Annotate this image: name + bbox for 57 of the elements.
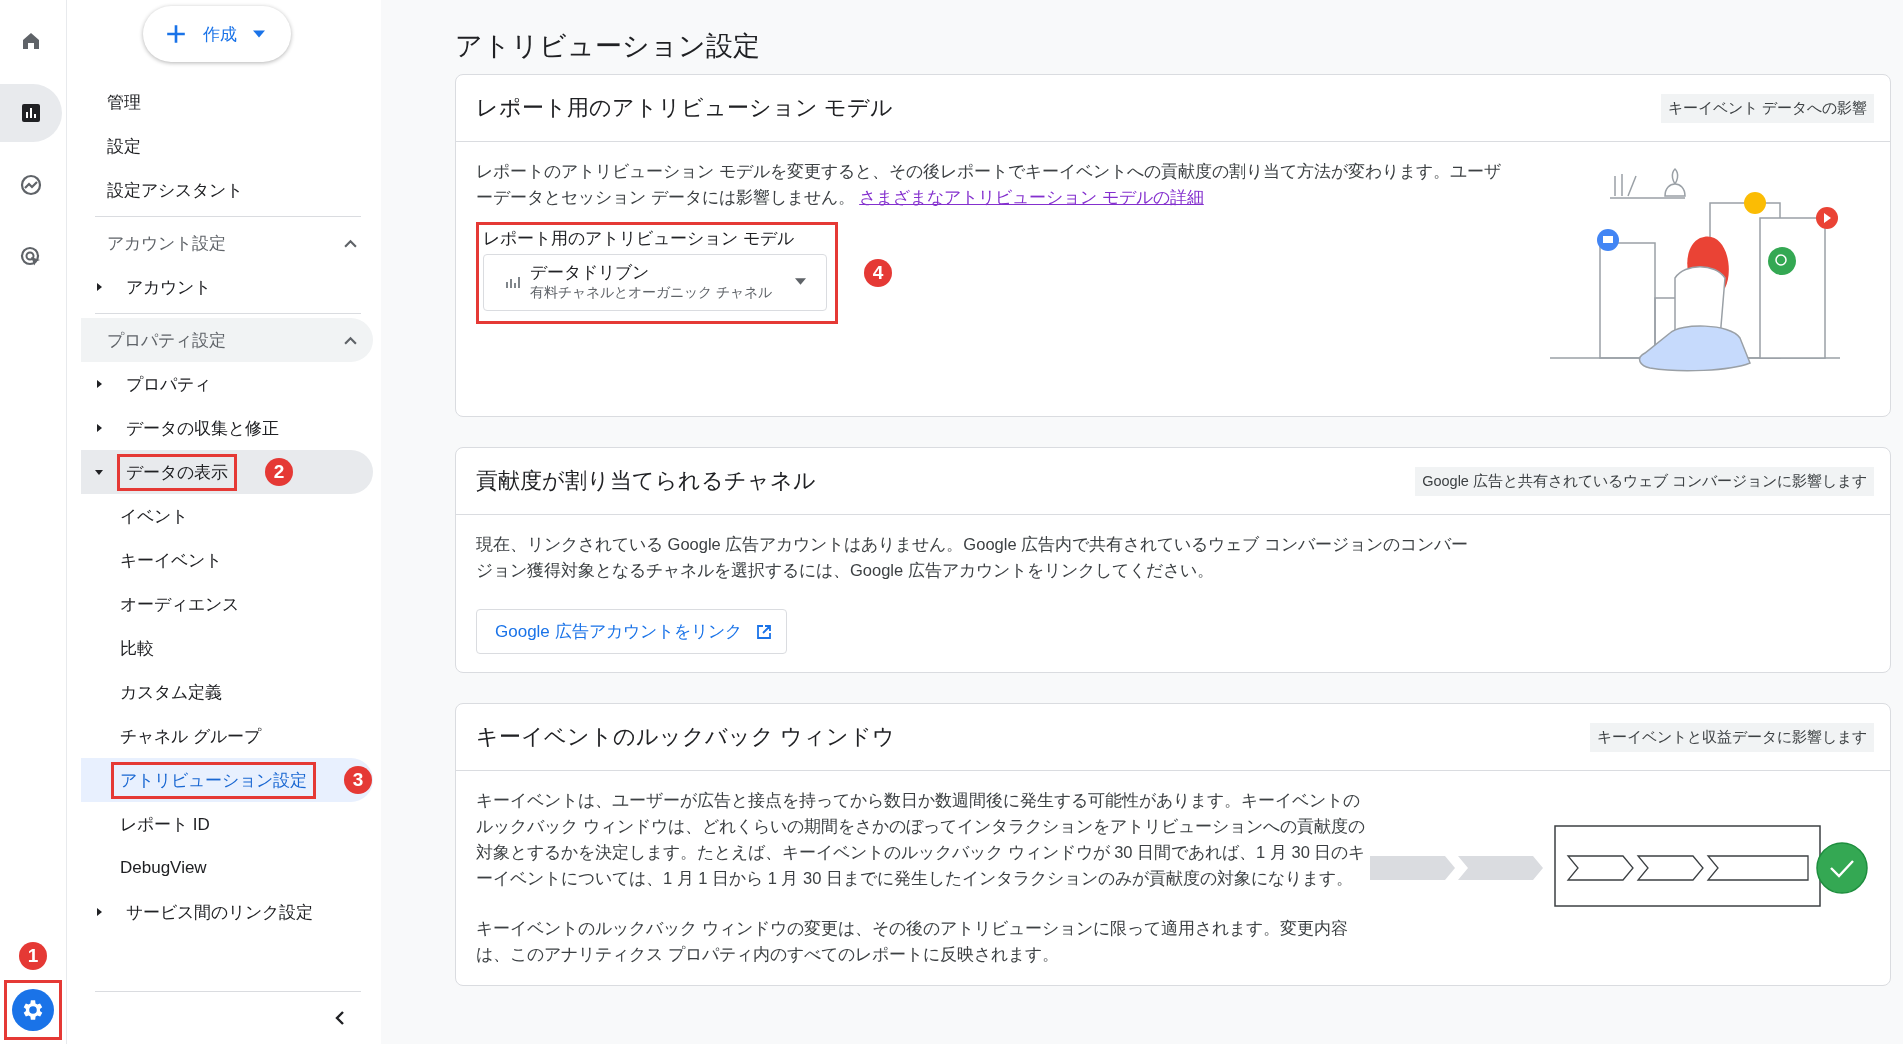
card-title: 貢献度が割り当てられるチャネル xyxy=(476,467,816,495)
sidebar-item[interactable]: プロパティ xyxy=(81,362,373,406)
description-text: レポートのアトリビューション モデルを変更すると、その後レポートでキーイベントへの貢献度の割り当て方法が変わります。ユーザーデータとセッション データには影響しません。 さまざまなアトリビューション モデルの詳細 xyxy=(476,161,1502,208)
annotation-badge: 3 xyxy=(344,766,372,794)
description-text: キーイベントのルックバック ウィンドウの変更は、その後のアトリビューションに限って適用されます。変更内容は、このアナリティクス プロパティ内のすべてのレポートに反映されます。 xyxy=(476,918,1349,965)
details-link[interactable]: さまざまなアトリビューション モデルの詳細 xyxy=(859,188,1204,206)
card-title: キーイベントのルックバック ウィンドウ xyxy=(476,723,896,751)
create-button[interactable]: 作成 xyxy=(143,6,291,62)
link-account-button[interactable]: Google 広告アカウントをリンク xyxy=(476,609,787,654)
sidebar-item[interactable]: サービス間のリンク設定 xyxy=(81,890,373,934)
annotation-badge: 1 xyxy=(19,942,47,970)
annotation-badge: 2 xyxy=(265,458,293,486)
caret-icon xyxy=(253,30,265,38)
sidebar-item[interactable]: 管理 xyxy=(81,80,373,124)
sidebar-subitem[interactable]: チャネル グループ xyxy=(81,714,373,758)
sidebar-subitem[interactable]: アトリビューション設定 3 xyxy=(81,758,373,802)
triangle-icon xyxy=(95,380,103,388)
chevron-left-icon xyxy=(335,1010,345,1026)
sidebar-subitem[interactable]: レポート ID xyxy=(81,802,373,846)
caret-icon xyxy=(795,278,806,285)
settings-icon xyxy=(12,989,54,1031)
sidebar-subitem[interactable]: イベント xyxy=(81,494,373,538)
annotation-badge: 4 xyxy=(864,259,892,287)
trend-circle-icon xyxy=(19,173,43,197)
sidebar-subitem[interactable]: カスタム定義 xyxy=(81,670,373,714)
sidebar-subitem[interactable]: オーディエンス xyxy=(81,582,373,626)
card-title: レポート用のアトリビューション モデル xyxy=(476,94,894,122)
bar-chart-icon xyxy=(19,101,43,125)
bar-chart-icon xyxy=(506,275,522,288)
sidebar-item[interactable]: 設定 xyxy=(81,124,373,168)
section-header[interactable]: プロパティ設定 xyxy=(81,318,373,362)
sidebar-item[interactable]: アカウント xyxy=(81,265,373,309)
triangle-icon xyxy=(95,424,103,432)
triangle-icon xyxy=(95,283,103,291)
chevron-icon xyxy=(344,335,357,345)
sidebar-subitem[interactable]: DebugView xyxy=(81,846,373,890)
chevron-icon xyxy=(344,238,357,248)
reports-nav-button[interactable] xyxy=(0,84,62,142)
impact-tag: キーイベント データへの影響 xyxy=(1660,93,1874,123)
impact-tag: Google 広告と共有されているウェブ コンバージョンに影響します xyxy=(1415,466,1874,496)
section-header[interactable]: アカウント設定 xyxy=(81,221,373,265)
sidebar-subitem[interactable]: キーイベント xyxy=(81,538,373,582)
plus-icon xyxy=(165,23,187,45)
impact-tag: キーイベントと収益データに影響します xyxy=(1590,722,1874,752)
sidebar-item[interactable]: 設定アシスタント xyxy=(81,168,373,212)
triangle-icon xyxy=(95,908,103,916)
external-link-icon xyxy=(755,623,772,640)
sidebar-item[interactable]: データの収集と修正 xyxy=(81,406,373,450)
description-text: キーイベントは、ユーザーが広告と接点を持ってから数日か数週間後に発生する可能性があります。キーイベントのルックバック ウィンドウは、どれくらいの期間をさかのぼってインタラクションをアトリビューションへの貢献度の対象とするかを決定します。たとえば、キーイベントのルックバック ウィンドウが 30 日間であれば、1 月 30 日のキーイベントについては、1 月 1 日から 1 月 30 日までに発生したインタラクションのみが貢献度の対象になります。 xyxy=(476,790,1367,889)
triangle-icon xyxy=(95,468,103,476)
settings-button[interactable] xyxy=(4,980,62,1040)
model-dropdown[interactable]: データドリブン 有料チャネルとオーガニック チャネル xyxy=(483,254,827,311)
field-label: レポート用のアトリビューション モデル xyxy=(483,228,795,250)
page-title: アトリビューション設定 xyxy=(455,30,761,63)
description-text: 現在、リンクされている Google 広告アカウントはありません。Google 広告内で共有されているウェブ コンバージョンのコンバージョン獲得対象となるチャネルを選択するには、Google 広告アカウントをリンクしてください。 xyxy=(476,534,1469,581)
sidebar-subitem[interactable]: 比較 xyxy=(81,626,373,670)
sidebar-item[interactable]: データの表示 2 xyxy=(81,450,373,494)
